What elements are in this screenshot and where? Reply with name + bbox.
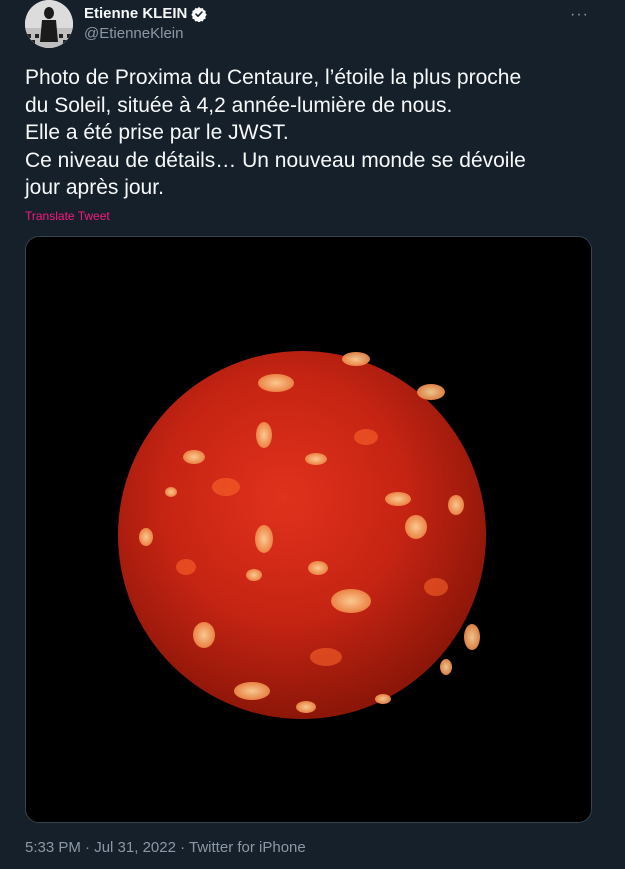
tweet-line: Elle a été prise par le JWST. — [25, 121, 289, 144]
separator: · — [80, 839, 95, 856]
verified-badge-icon — [191, 6, 208, 22]
tweet-source-app[interactable]: Twitter for iPhone — [189, 839, 306, 856]
red-sphere-image — [26, 237, 591, 822]
tweet-line: du Soleil, située à 4,2 année-lumière de… — [25, 93, 453, 117]
tweet-time[interactable]: 5:33 PM — [25, 839, 81, 856]
tweet-line: Photo de Proxima du Centaure, l’étoile l… — [25, 66, 522, 89]
more-options-icon[interactable]: ··· — [570, 6, 589, 24]
tweet-media-image[interactable] — [25, 236, 592, 823]
avatar[interactable] — [25, 0, 73, 48]
tweet-text: Photo de Proxima du Centaure, l’étoile l… — [25, 64, 600, 202]
translate-tweet-link[interactable]: Translate Tweet — [25, 209, 110, 223]
tweet-line: jour après jour. — [25, 176, 164, 199]
author-display-name[interactable]: Etienne KLEIN — [84, 5, 187, 22]
tweet-line: Ce niveau de détails… Un nouveau monde s… — [25, 148, 526, 172]
author-handle[interactable]: @EtienneKlein — [84, 25, 183, 42]
tweet-date[interactable]: Jul 31, 2022 — [94, 839, 176, 856]
separator: · — [175, 839, 190, 856]
tweet-metadata: 5:33 PM · Jul 31, 2022 · Twitter for iPh… — [25, 839, 306, 856]
